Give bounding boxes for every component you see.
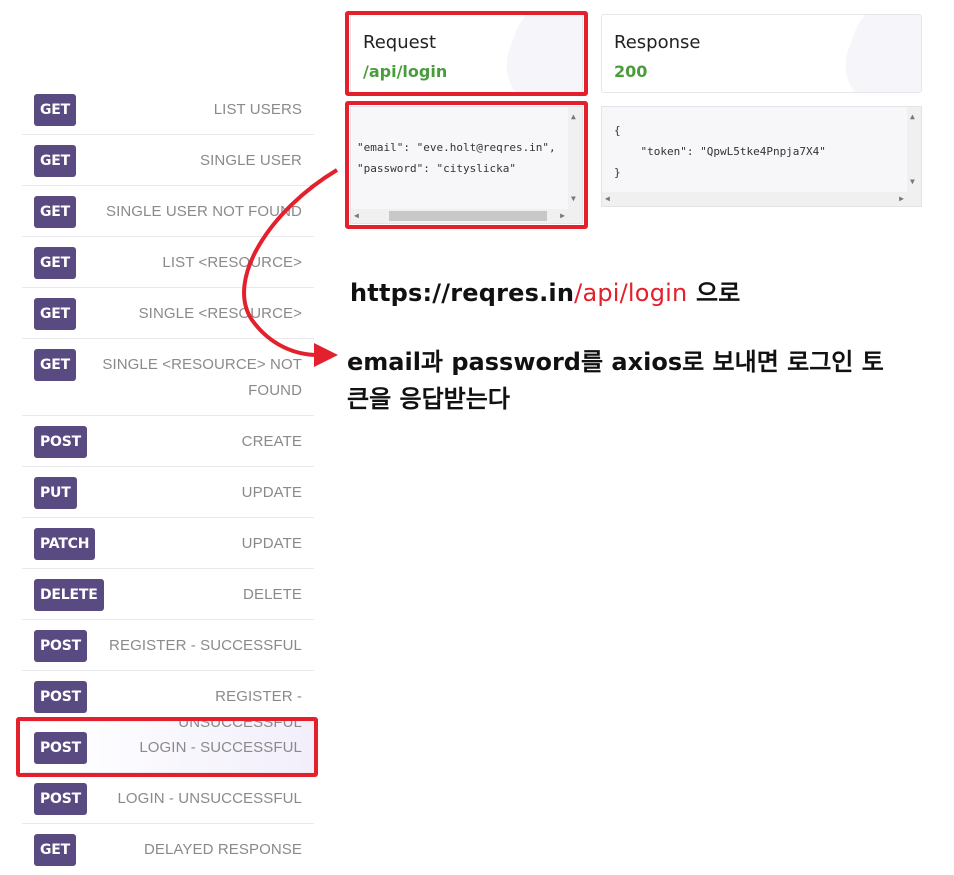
endpoint-label: SINGLE <RESOURCE>: [138, 305, 302, 322]
response-panel: Response 200: [601, 14, 922, 93]
endpoint-item[interactable]: DELETE DELETE: [22, 569, 314, 620]
endpoint-label: UPDATE: [241, 484, 302, 501]
watermark-shape: [832, 15, 921, 92]
method-badge: GET: [34, 834, 77, 866]
watermark-shape: [493, 15, 582, 92]
scroll-left-icon[interactable]: ◀: [605, 195, 610, 203]
scroll-up-icon[interactable]: ▲: [910, 113, 915, 121]
horizontal-scrollbar[interactable]: ◀ ▶: [351, 209, 568, 223]
annotation-url-prefix: https://reqres.in: [350, 279, 575, 307]
endpoint-label: REGISTER - UNSUCCESSFUL: [178, 688, 302, 731]
scroll-down-icon[interactable]: ▼: [571, 195, 576, 203]
request-title: Request: [363, 32, 437, 53]
endpoint-item[interactable]: POST LOGIN - UNSUCCESSFUL: [22, 773, 314, 824]
annotation-url-suffix: 으로: [687, 279, 741, 307]
endpoint-item[interactable]: PUT UPDATE: [22, 467, 314, 518]
method-badge: POST: [34, 732, 87, 764]
endpoint-label: LOGIN - SUCCESSFUL: [139, 739, 302, 756]
method-badge: GET: [34, 145, 77, 177]
endpoint-label: LOGIN - UNSUCCESSFUL: [117, 790, 302, 807]
scroll-up-icon[interactable]: ▲: [571, 113, 576, 121]
method-badge: GET: [34, 349, 77, 381]
response-body-line-1: {: [614, 124, 621, 137]
annotation-url: https://reqres.in/api/login 으로: [350, 273, 741, 308]
request-panel: Request /api/login: [350, 14, 583, 93]
request-path: /api/login: [363, 62, 448, 81]
request-body-line-1: "email": "eve.holt@reqres.in",: [357, 141, 556, 154]
endpoint-label: LIST USERS: [213, 101, 302, 118]
scroll-right-icon[interactable]: ▶: [560, 212, 565, 220]
endpoint-item[interactable]: GET SINGLE USER: [22, 135, 314, 186]
endpoint-item[interactable]: GET LIST <RESOURCE>: [22, 237, 314, 288]
endpoint-label: CREATE: [241, 433, 302, 450]
method-badge: GET: [34, 196, 77, 228]
endpoint-item[interactable]: POST CREATE: [22, 416, 314, 467]
scroll-thumb[interactable]: [389, 211, 547, 221]
endpoint-item[interactable]: GET SINGLE USER NOT FOUND: [22, 186, 314, 237]
annotation-url-path: /api/login: [574, 279, 688, 307]
method-badge: POST: [34, 426, 87, 458]
annotation-line-3: 큰을 응답받는다: [347, 385, 510, 413]
endpoint-label: UPDATE: [241, 535, 302, 552]
endpoint-label: SINGLE <RESOURCE> NOT FOUND: [102, 356, 302, 399]
scroll-left-icon[interactable]: ◀: [354, 212, 359, 220]
endpoint-item[interactable]: POST REGISTER - UNSUCCESSFUL: [22, 671, 314, 731]
scroll-corner: [907, 192, 921, 206]
scroll-corner: [568, 209, 582, 223]
endpoint-item[interactable]: GET SINGLE <RESOURCE> NOT FOUND: [22, 339, 314, 416]
endpoint-label: REGISTER - SUCCESSFUL: [109, 637, 302, 654]
response-title: Response: [614, 32, 701, 53]
endpoint-item[interactable]: POST REGISTER - SUCCESSFUL: [22, 620, 314, 671]
method-badge: GET: [34, 94, 77, 126]
vertical-scrollbar[interactable]: ▲ ▼: [568, 107, 582, 209]
endpoint-item[interactable]: GET DELAYED RESPONSE: [22, 824, 314, 875]
method-badge: GET: [34, 298, 77, 330]
endpoint-label: DELAYED RESPONSE: [143, 841, 302, 858]
scroll-right-icon[interactable]: ▶: [899, 195, 904, 203]
response-body-line-2: "token": "QpwL5tke4Pnpja7X4": [614, 145, 826, 158]
method-badge: GET: [34, 247, 77, 279]
method-badge: DELETE: [34, 579, 104, 611]
endpoint-list: GET LIST USERS GET SINGLE USER GET SINGLE USE…: [22, 84, 314, 875]
method-badge: PUT: [34, 477, 77, 509]
request-body-line-2: "password": "cityslicka": [357, 162, 516, 175]
endpoint-label: SINGLE USER NOT FOUND: [105, 203, 302, 220]
method-badge: POST: [34, 783, 87, 815]
method-badge: PATCH: [34, 528, 96, 560]
scroll-down-icon[interactable]: ▼: [910, 178, 915, 186]
method-badge: POST: [34, 630, 87, 662]
endpoint-item[interactable]: PATCH UPDATE: [22, 518, 314, 569]
response-status: 200: [614, 62, 648, 81]
annotation-line-2: email과 password를 axios로 보내면 로그인 토: [347, 348, 884, 376]
response-body-line-3: }: [614, 166, 621, 179]
endpoint-item[interactable]: GET SINGLE <RESOURCE>: [22, 288, 314, 339]
request-body[interactable]: "email": "eve.holt@reqres.in", "password…: [350, 106, 583, 224]
method-badge: POST: [34, 681, 87, 713]
response-body[interactable]: { "token": "QpwL5tke4Pnpja7X4" } ▲ ▼ ◀ ▶: [601, 106, 922, 207]
vertical-scrollbar[interactable]: ▲ ▼: [907, 107, 921, 192]
horizontal-scrollbar[interactable]: ◀ ▶: [602, 192, 907, 206]
endpoint-item[interactable]: GET LIST USERS: [22, 84, 314, 135]
endpoint-label: SINGLE USER: [200, 152, 302, 169]
endpoint-label: DELETE: [243, 586, 302, 603]
endpoint-label: LIST <RESOURCE>: [162, 254, 302, 271]
